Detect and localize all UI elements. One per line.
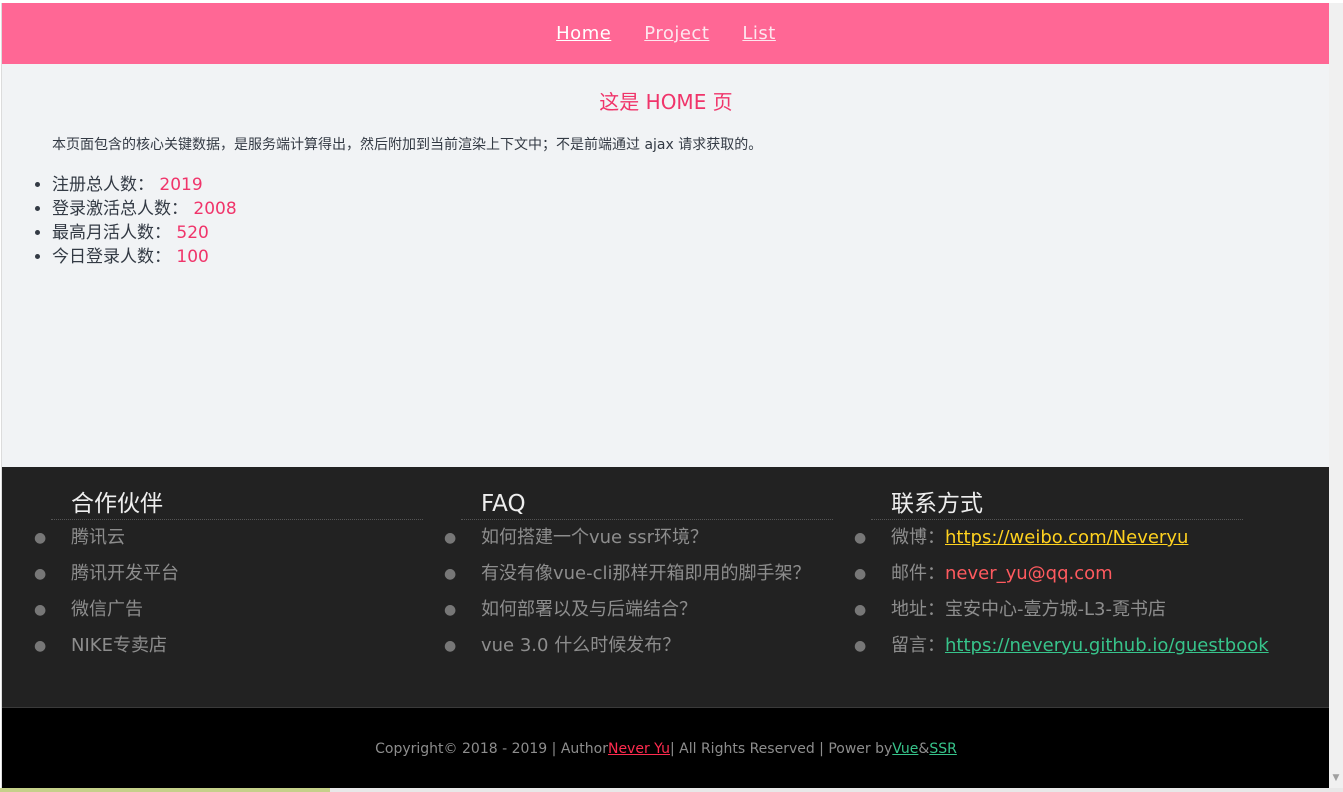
contact-list: ● 微博：https://weibo.com/Neveryu ● 邮件：never_…	[854, 520, 1269, 664]
bullet-icon: ●	[854, 638, 867, 654]
ssr-link[interactable]: SSR	[929, 741, 957, 757]
bullet-icon: ●	[34, 530, 47, 546]
partners-heading: 合作伙伴	[51, 489, 423, 520]
bullet-icon: ●	[444, 638, 457, 654]
list-item[interactable]: ● 腾讯云	[34, 520, 423, 556]
vue-link[interactable]: Vue	[892, 741, 918, 757]
web-content: Home Project List 这是 HOME 页 本页面包含的核心关键数据…	[1, 3, 1330, 788]
bullet-icon: ●	[444, 530, 457, 546]
bullet-icon: ●	[34, 638, 47, 654]
partners-column: 合作伙伴 ● 腾讯云 ● 腾讯开发平台 ● 微信广告 ● NIKE专卖店	[34, 489, 423, 664]
contact-label: 邮件：	[891, 563, 945, 584]
list-item[interactable]: ● 如何部署以及与后端结合？	[444, 592, 833, 628]
contact-email: ● 邮件：never_yu@qq.com	[854, 556, 1243, 592]
contact-guestbook: ● 留言：https://neveryu.github.io/guestbook	[854, 628, 1269, 664]
partner-label: 腾讯开发平台	[71, 563, 179, 584]
weibo-link[interactable]: https://weibo.com/Neveryu	[945, 527, 1188, 548]
stat-item: 今日登录人数： 100	[52, 245, 237, 269]
contact-heading: 联系方式	[871, 489, 1243, 520]
author-link[interactable]: Never Yu	[608, 741, 670, 757]
vertical-scrollbar[interactable]	[1329, 3, 1343, 788]
guestbook-link[interactable]: https://neveryu.github.io/guestbook	[945, 635, 1269, 656]
stat-label: 今日登录人数：	[52, 247, 171, 267]
bullet-icon: ●	[444, 602, 457, 618]
stat-label: 注册总人数：	[52, 175, 154, 195]
partner-label: 腾讯云	[71, 527, 125, 548]
faq-label: 有没有像vue-cli那样开箱即用的脚手架？	[481, 563, 811, 584]
nav-project-link[interactable]: Project	[644, 23, 709, 44]
bullet-icon: ●	[34, 602, 47, 618]
bullet-icon: ●	[854, 602, 867, 618]
list-item[interactable]: ● vue 3.0 什么时候发布？	[444, 628, 833, 664]
list-item[interactable]: ● 如何搭建一个vue ssr环境？	[444, 520, 833, 556]
nav-home-link[interactable]: Home	[556, 23, 611, 44]
faq-list: ● 如何搭建一个vue ssr环境？ ● 有没有像vue-cli那样开箱即用的脚手架…	[444, 520, 833, 664]
stat-label: 登录激活总人数：	[52, 199, 188, 219]
taskbar-segment	[0, 788, 330, 792]
partner-label: 微信广告	[71, 599, 143, 620]
list-item[interactable]: ● 腾讯开发平台	[34, 556, 423, 592]
list-item[interactable]: ● NIKE专卖店	[34, 628, 423, 664]
bullet-icon: ●	[444, 566, 457, 582]
bullet-icon: ●	[854, 566, 867, 582]
stat-value: 100	[176, 247, 209, 267]
stat-value: 2019	[159, 175, 203, 195]
copyright-bar: Copyright© 2018 - 2019 | Author Never Yu…	[2, 707, 1330, 788]
contact-column: 联系方式 ● 微博：https://weibo.com/Neveryu ● 邮件：n…	[854, 489, 1269, 664]
scroll-down-icon[interactable]: ▼	[1329, 770, 1343, 786]
faq-heading: FAQ	[461, 489, 833, 520]
faq-label: 如何搭建一个vue ssr环境？	[481, 527, 709, 548]
contact-address: ● 地址：宝安中心-壹方城-L3-覔书店	[854, 592, 1243, 628]
browser-page: Home Project List 这是 HOME 页 本页面包含的核心关键数据…	[0, 0, 1343, 792]
list-item[interactable]: ● 有没有像vue-cli那样开箱即用的脚手架？	[444, 556, 833, 592]
bullet-icon: ●	[854, 530, 867, 546]
home-section: 这是 HOME 页 本页面包含的核心关键数据，是服务端计算得出，然后附加到当前渲…	[2, 64, 1330, 467]
copyright-text: | All Rights Reserved | Power by	[669, 740, 893, 757]
stat-value: 2008	[193, 199, 237, 219]
list-item[interactable]: ● 微信广告	[34, 592, 423, 628]
partners-list: ● 腾讯云 ● 腾讯开发平台 ● 微信广告 ● NIKE专卖店	[34, 520, 423, 664]
contact-label: 留言：	[891, 635, 945, 656]
stats-list: 注册总人数： 2019 登录激活总人数： 2008 最高月活人数： 520 今日…	[52, 173, 237, 269]
contact-label: 微博：	[891, 527, 945, 548]
nav-list-link[interactable]: List	[742, 23, 775, 44]
stat-item: 最高月活人数： 520	[52, 221, 237, 245]
stat-item: 登录激活总人数： 2008	[52, 197, 237, 221]
faq-label: vue 3.0 什么时候发布？	[481, 635, 681, 656]
copyright-text: &	[918, 740, 930, 757]
faq-column: FAQ ● 如何搭建一个vue ssr环境？ ● 有没有像vue-cli那样开箱即用…	[444, 489, 833, 664]
address-text: 宝安中心-壹方城-L3-覔书店	[945, 599, 1166, 620]
contact-weibo: ● 微博：https://weibo.com/Neveryu	[854, 520, 1243, 556]
email-link[interactable]: never_yu@qq.com	[945, 563, 1113, 584]
contact-label: 地址：	[891, 599, 945, 620]
taskbar-strip	[0, 788, 1343, 792]
copyright-text: Copyright© 2018 - 2019 | Author	[375, 740, 608, 757]
page-title: 这是 HOME 页	[599, 90, 733, 114]
page-description: 本页面包含的核心关键数据，是服务端计算得出，然后附加到当前渲染上下文中；不是前端…	[52, 137, 763, 153]
bullet-icon: ●	[34, 566, 47, 582]
partner-label: NIKE专卖店	[71, 635, 167, 656]
stat-label: 最高月活人数：	[52, 223, 171, 243]
site-footer: 合作伙伴 ● 腾讯云 ● 腾讯开发平台 ● 微信广告 ● NIKE专卖店 FAQ ● 如何…	[2, 467, 1330, 707]
stat-value: 520	[176, 223, 209, 243]
faq-label: 如何部署以及与后端结合？	[481, 599, 697, 620]
top-nav: Home Project List	[2, 3, 1330, 64]
stat-item: 注册总人数： 2019	[52, 173, 237, 197]
